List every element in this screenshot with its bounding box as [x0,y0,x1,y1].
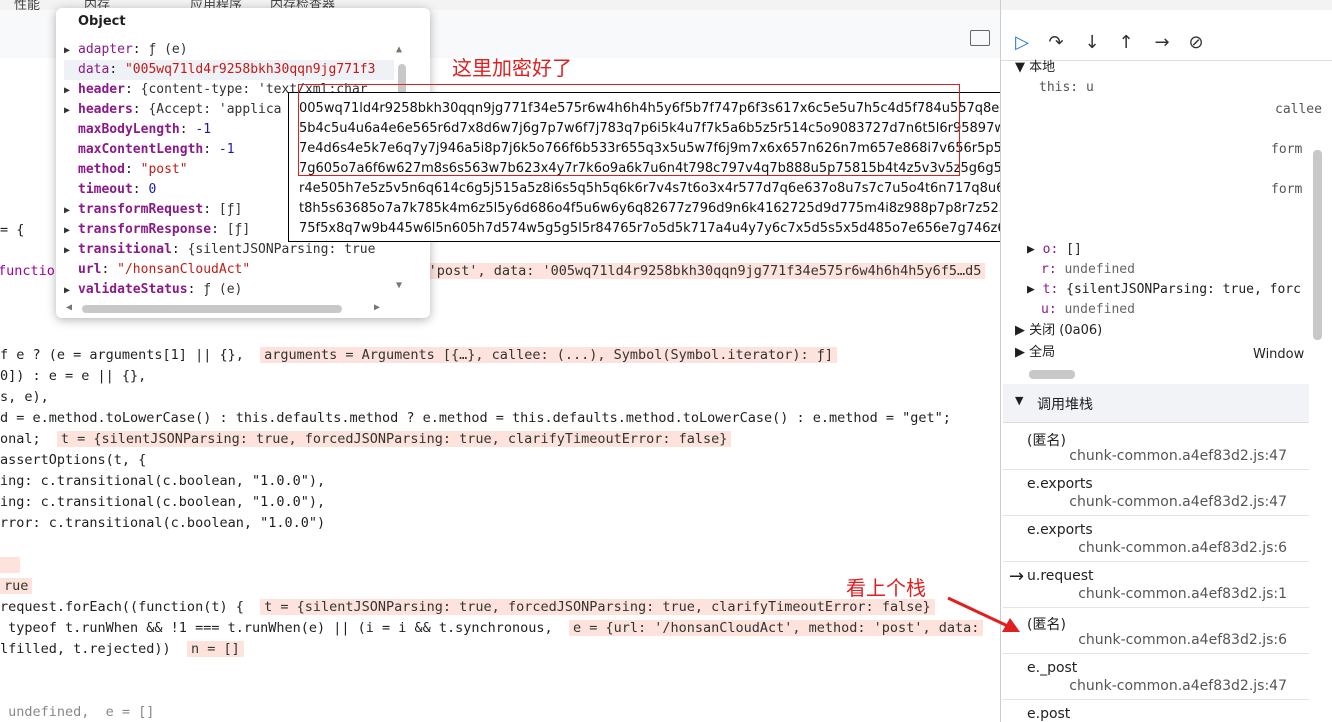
property-row[interactable]: maxBodyLength: -1 [64,120,211,140]
call-frame[interactable]: (匿名) chunk-common.a4ef83d2.js:47 [1003,424,1309,470]
scope-var-o[interactable]: ▶ o: [] [1027,240,1082,260]
popup-title: Object [78,14,126,29]
property-row[interactable]: ▶ validateStatus: ƒ (e) [64,280,242,300]
code-line: 0]) : e = e || {}, [0,368,147,384]
code-line: undefined, e = [] [0,704,155,720]
code-line: ing: c.transitional(c.boolean, "1.0.0"), [0,494,326,510]
code-line: lfilled, t.rejected)) n = [] [0,639,244,660]
scope-var-t[interactable]: ▶ t: {silentJSONParsing: true, forc [1027,280,1301,300]
property-row[interactable]: ▶ transitional: {silentJSONParsing: true [64,240,375,260]
scroll-right-arrow-icon[interactable]: ▶ [374,302,380,313]
scope-local[interactable]: ▼ 本地 [1015,58,1055,78]
property-row[interactable]: ▶ transformRequest: [ƒ] [64,200,242,220]
code-line: f e ? (e = arguments[1] || {}, arguments… [0,345,838,366]
code-line: s, e), [0,389,49,405]
annotation-arrow-icon [947,596,1020,632]
step-out-icon[interactable]: ↑ [1113,30,1139,56]
scope-vscrollbar-thumb[interactable] [1313,150,1322,340]
scroll-up-arrow-icon[interactable]: ▲ [396,44,402,55]
code-line: ing: c.transitional(c.boolean, "1.0.0"), [0,473,326,489]
call-stack-header[interactable]: ▼ 调用堆栈 [1003,384,1309,423]
debugger-sidebar: ▷ ↷ ↓ ↑ → ⊘ ▼ 本地 this: u callee form for… [1000,0,1332,722]
code-line [0,555,21,576]
step-icon[interactable]: → [1149,30,1175,56]
property-row[interactable]: url: "/honsanCloudAct" [64,260,250,280]
scope-global[interactable]: ▶ 全局 [1015,343,1055,363]
code-line: rror: c.transitional(c.boolean, "1.0.0") [0,515,326,531]
scope-var-u: u: undefined [1041,302,1135,317]
code-line: typeof t.runWhen && !1 === t.runWhen(e) … [0,618,984,639]
scope-form-partial: form [1271,142,1303,157]
property-row[interactable]: timeout: 0 [64,180,156,200]
code-line: = { [0,222,25,238]
code-line: d = e.method.toLowerCase() : this.defaul… [0,410,951,426]
scope-this: this: u [1039,80,1094,95]
scope-form-partial: form [1271,182,1303,197]
deactivate-breakpoints-icon[interactable]: ⊘ [1183,30,1209,56]
call-frame[interactable]: e._post chunk-common.a4ef83d2.js:47 [1003,654,1309,700]
scope-var-r: r: undefined [1041,262,1135,277]
inline-value: t = {silentJSONParsing: true, forcedJSON… [260,599,935,615]
resume-icon[interactable]: ▷ [1009,30,1035,56]
code-line: onal; t = {silentJSONParsing: true, forc… [0,429,732,450]
call-frame[interactable]: (匿名) chunk-common.a4ef83d2.js:6 [1003,608,1309,654]
window-controls-strip [1001,0,1332,10]
call-frame-current[interactable]: → u.request chunk-common.a4ef83d2.js:1 [1003,562,1309,608]
property-row[interactable]: ▶ headers: {Accept: 'applica [64,100,282,120]
property-row[interactable]: ▶ adapter: ƒ (e) [64,40,188,60]
property-row[interactable]: method: "post" [64,160,188,180]
annotation-encrypted-note: 这里加密好了 [452,56,572,80]
property-row[interactable]: data: "005wq71ld4r9258bkh30qqn9jg771f3 [64,60,394,80]
code-line: request.forEach((function(t) { t = {sile… [0,597,935,618]
inline-value: t = {silentJSONParsing: true, forcedJSON… [56,431,732,447]
scope-hscrollbar-thumb[interactable] [1029,370,1075,379]
inline-value: e = {url: '/honsanCloudAct', method: 'po… [568,620,984,636]
tab-performance[interactable]: 性能 [14,0,40,10]
inline-value: arguments = Arguments [{…}, callee: (...… [260,347,838,363]
annotation-red-rectangle [298,84,960,176]
code-line: assertOptions(t, { [0,452,147,468]
scope-closure[interactable]: ▶ 关闭 (0a06) [1015,321,1102,341]
scroll-left-arrow-icon[interactable]: ◀ [66,302,72,313]
scope-callee-partial: callee [1275,102,1322,117]
property-row[interactable]: maxContentLength: -1 [64,140,235,160]
scope-global-value: Window [1253,347,1305,362]
current-frame-arrow-icon: → [1009,566,1025,587]
code-line: rue [0,576,33,597]
popup-hscrollbar-thumb[interactable] [82,305,342,313]
call-frame[interactable]: e.post [1003,700,1309,722]
debugger-controls: ▷ ↷ ↓ ↑ → ⊘ [1001,26,1332,61]
call-frame[interactable]: e.exports chunk-common.a4ef83d2.js:47 [1003,470,1309,516]
toggle-sidebar-icon[interactable] [970,30,990,46]
inline-value: n = [] [186,641,244,657]
call-frame[interactable]: e.exports chunk-common.a4ef83d2.js:6 [1003,516,1309,562]
step-into-icon[interactable]: ↓ [1079,30,1105,56]
scroll-down-arrow-icon[interactable]: ▼ [396,280,402,291]
property-row[interactable]: ▶ transformResponse: [ƒ] [64,220,250,240]
step-over-icon[interactable]: ↷ [1043,30,1069,56]
annotation-stack-note: 看上个栈 [846,576,926,600]
